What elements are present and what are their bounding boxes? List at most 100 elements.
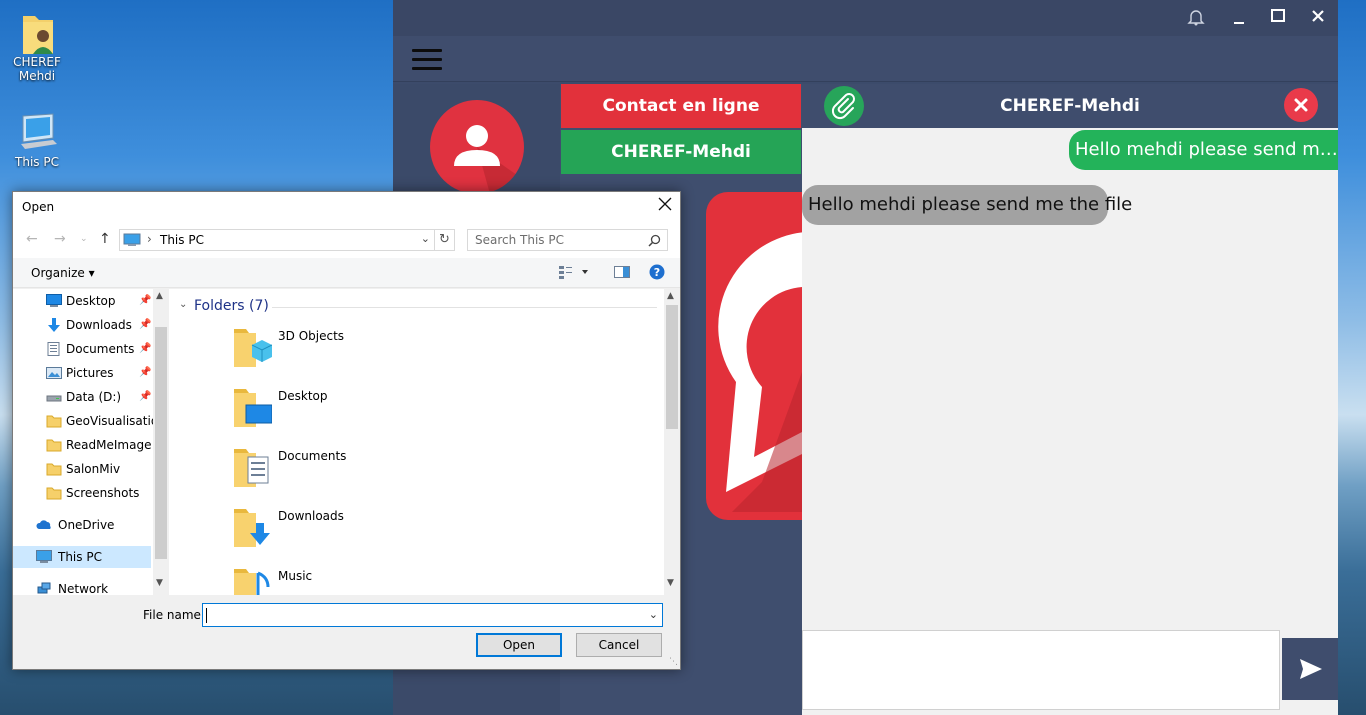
send-icon — [1300, 659, 1322, 679]
chat-title: CHEREF-Mehdi — [1000, 96, 1140, 116]
folder-label: Documents — [278, 449, 347, 463]
address-bar[interactable]: › This PC ⌄ — [119, 229, 435, 251]
computer-icon — [123, 233, 141, 246]
folder-item-documents[interactable]: Documents — [232, 445, 532, 491]
folder-icon — [46, 487, 62, 500]
scroll-down-arrow-icon[interactable]: ▼ — [156, 578, 163, 588]
navigation-scrollbar[interactable]: ▲ ▼ — [153, 289, 169, 595]
nav-item-network[interactable]: Network — [13, 578, 153, 595]
nav-item-label: This PC — [58, 550, 102, 564]
desktop-icon-user-folder[interactable]: CHEREF Mehdi — [7, 12, 67, 83]
chat-header: CHEREF-Mehdi — [802, 84, 1338, 128]
dialog-title: Open — [22, 200, 55, 214]
hamburger-menu-icon[interactable] — [412, 49, 442, 71]
organize-label: Organize — [31, 266, 85, 280]
nav-item-data-drive[interactable]: Data (D:) 📌 — [13, 386, 153, 408]
desktop-icon-this-pc[interactable]: This PC — [7, 112, 67, 169]
nav-item-label: GeoVisualisation — [66, 414, 153, 428]
sent-message: Hello mehdi please send me the file — [1069, 130, 1338, 170]
nav-item-salonmiv[interactable]: SalonMiv — [13, 458, 153, 480]
nav-item-this-pc[interactable]: This PC — [13, 546, 151, 568]
received-message: Hello mehdi please send me the file — [802, 185, 1132, 225]
file-list-pane: ⌄ Folders (7) 3D Objects Desktop Documen… — [170, 289, 664, 595]
text-caret — [206, 608, 207, 623]
music-folder-icon — [234, 569, 270, 595]
nav-item-label: Data (D:) — [66, 390, 122, 404]
collapse-chevron-icon[interactable]: ⌄ — [179, 299, 187, 310]
send-button[interactable] — [1282, 638, 1338, 700]
cancel-button[interactable]: Cancel — [576, 633, 662, 657]
help-icon[interactable]: ? — [649, 264, 665, 283]
app-titlebar — [393, 0, 1338, 36]
computer-icon — [36, 550, 52, 563]
online-contacts-button[interactable]: Contact en ligne — [561, 84, 801, 128]
close-chat-button[interactable] — [1284, 88, 1318, 122]
minimize-button[interactable] — [1229, 8, 1249, 28]
breadcrumb-location[interactable]: This PC — [160, 233, 204, 247]
folder-item-3d-objects[interactable]: 3D Objects — [232, 325, 532, 371]
refresh-button[interactable]: ↻ — [435, 229, 455, 251]
network-icon — [37, 582, 51, 594]
chevron-down-icon[interactable]: ⌄ — [421, 232, 430, 245]
recent-locations-chevron-icon[interactable]: ⌄ — [80, 234, 88, 244]
file-list-scrollbar[interactable]: ▲ ▼ — [664, 289, 680, 595]
pin-icon: 📌 — [139, 295, 152, 306]
organize-menu[interactable]: Organize ▾ — [31, 266, 95, 280]
nav-item-label: SalonMiv — [66, 462, 121, 476]
desktop-icon-label: This PC — [15, 155, 59, 169]
nav-item-desktop[interactable]: Desktop 📌 — [13, 290, 153, 312]
maximize-button[interactable] — [1268, 8, 1288, 28]
search-input[interactable]: Search This PC — [467, 229, 668, 251]
chat-panel: CHEREF-Mehdi Hello mehdi please send me … — [802, 84, 1338, 715]
view-options-icon[interactable] — [558, 265, 588, 282]
dialog-footer: File name: ⌄ Open Cancel ⋱ — [13, 595, 680, 669]
nav-item-label: Downloads — [66, 318, 132, 332]
folder-item-music[interactable]: Music — [232, 565, 532, 595]
scrollbar-thumb[interactable] — [155, 327, 167, 559]
avatar[interactable] — [430, 100, 524, 194]
user-folder-icon — [17, 12, 57, 54]
contact-cheref-mehdi-button[interactable]: CHEREF-Mehdi — [561, 130, 801, 174]
nav-item-onedrive[interactable]: OneDrive — [13, 514, 153, 536]
download-icon — [48, 318, 60, 332]
preview-pane-icon[interactable] — [614, 266, 630, 281]
desktop-icon-label: CHEREF — [13, 55, 61, 69]
scroll-up-arrow-icon[interactable]: ▲ — [156, 291, 163, 301]
nav-item-screenshots[interactable]: Screenshots — [13, 482, 153, 504]
open-button[interactable]: Open — [476, 633, 562, 657]
documents-icon — [47, 342, 60, 356]
scroll-up-arrow-icon[interactable]: ▲ — [667, 291, 674, 301]
bell-icon[interactable] — [1186, 8, 1206, 28]
close-window-button[interactable] — [1308, 8, 1328, 28]
scrollbar-thumb[interactable] — [666, 305, 678, 429]
up-arrow-icon[interactable]: ↑ — [99, 231, 111, 247]
group-divider — [272, 307, 657, 308]
scroll-down-arrow-icon[interactable]: ▼ — [667, 578, 674, 588]
folder-item-downloads[interactable]: Downloads — [232, 505, 532, 551]
nav-item-label: Pictures — [66, 366, 114, 380]
dialog-close-button[interactable] — [658, 196, 672, 216]
nav-item-documents[interactable]: Documents 📌 — [13, 338, 153, 360]
resize-grip-icon[interactable]: ⋱ — [669, 657, 678, 667]
folder-icon — [46, 439, 62, 452]
nav-item-readmeimage[interactable]: ReadMeImage — [13, 434, 153, 456]
desktop-folder-icon — [234, 389, 272, 427]
forward-arrow-icon[interactable]: → — [54, 231, 66, 247]
file-name-input[interactable]: ⌄ — [202, 603, 663, 627]
folders-group-header[interactable]: Folders (7) — [194, 298, 269, 314]
nav-item-geovisualisation[interactable]: GeoVisualisation — [13, 410, 153, 432]
folder-item-desktop[interactable]: Desktop — [232, 385, 532, 431]
message-input[interactable] — [802, 630, 1280, 710]
pictures-icon — [46, 367, 62, 379]
folder-icon — [46, 463, 62, 476]
folder-label: Downloads — [278, 509, 344, 523]
pin-icon: 📌 — [139, 343, 152, 354]
close-icon — [1294, 98, 1308, 112]
search-placeholder: Search This PC — [475, 233, 564, 247]
navigation-pane: Desktop 📌 Downloads 📌 Documents 📌 Pictur… — [13, 289, 170, 595]
nav-item-downloads[interactable]: Downloads 📌 — [13, 314, 153, 336]
nav-item-pictures[interactable]: Pictures 📌 — [13, 362, 153, 384]
chevron-down-icon[interactable]: ⌄ — [649, 608, 658, 621]
drive-icon — [46, 395, 62, 402]
back-arrow-icon[interactable]: ← — [26, 231, 38, 247]
